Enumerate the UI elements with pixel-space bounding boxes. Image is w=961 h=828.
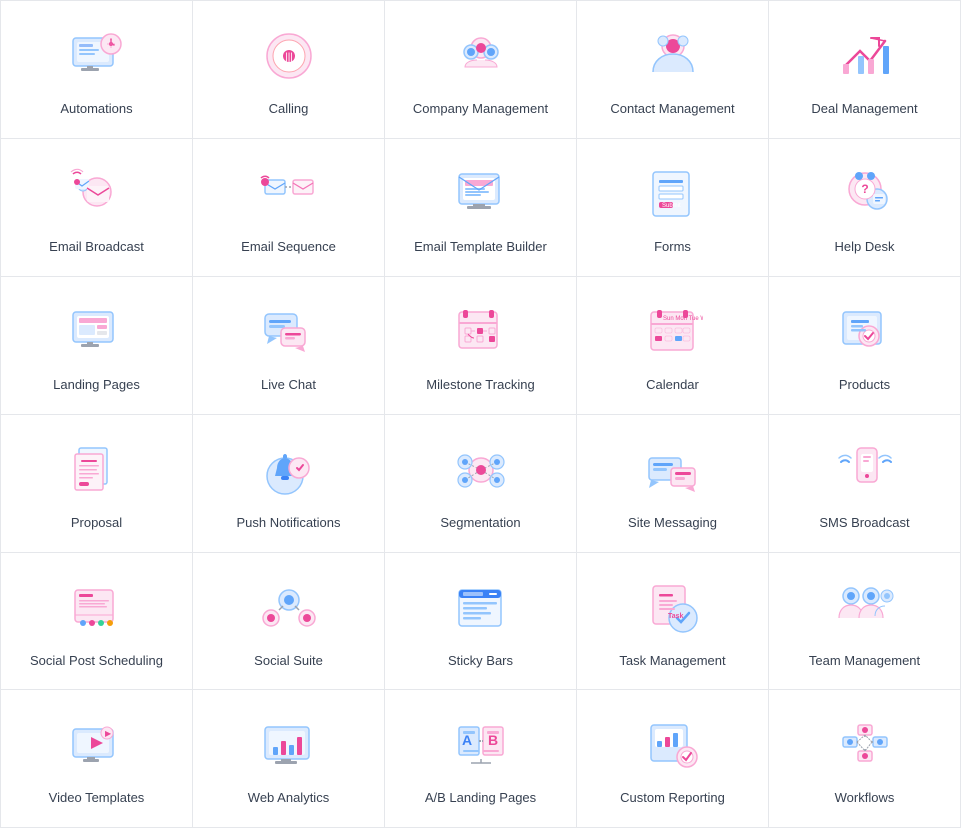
- grid-item-automations[interactable]: Automations: [1, 1, 193, 139]
- deal-management-icon: [830, 21, 900, 91]
- sticky-bars-label: Sticky Bars: [448, 653, 513, 670]
- svg-text:B: B: [487, 732, 497, 748]
- proposal-label: Proposal: [71, 515, 122, 532]
- grid-item-calendar[interactable]: Sun Mon Tue Wed Calendar: [577, 277, 769, 415]
- automations-label: Automations: [60, 101, 132, 118]
- team-management-label: Team Management: [809, 653, 920, 670]
- grid-item-landing-pages[interactable]: Landing Pages: [1, 277, 193, 415]
- forms-icon: Submit: [638, 159, 708, 229]
- svg-text:A: A: [461, 732, 471, 748]
- svg-text:▶: ▶: [105, 729, 112, 738]
- grid-item-deal-management[interactable]: Deal Management: [769, 1, 961, 139]
- grid-item-help-desk[interactable]: ? Help Desk: [769, 139, 961, 277]
- workflows-icon: [830, 710, 900, 780]
- contact-management-icon: [638, 21, 708, 91]
- web-analytics-icon: [254, 710, 324, 780]
- grid-item-workflows[interactable]: Workflows: [769, 690, 961, 828]
- grid-item-social-post-scheduling[interactable]: Social Post Scheduling: [1, 553, 193, 691]
- ab-landing-pages-label: A/B Landing Pages: [425, 790, 536, 807]
- products-icon: [830, 297, 900, 367]
- company-management-icon: [446, 21, 516, 91]
- grid-item-custom-reporting[interactable]: Custom Reporting: [577, 690, 769, 828]
- grid-item-web-analytics[interactable]: Web Analytics: [193, 690, 385, 828]
- grid-item-live-chat[interactable]: Live Chat: [193, 277, 385, 415]
- workflows-label: Workflows: [835, 790, 895, 807]
- grid-item-task-management[interactable]: Task Task Management: [577, 553, 769, 691]
- grid-item-ab-landing-pages[interactable]: A B A/B Landing Pages: [385, 690, 577, 828]
- sms-broadcast-label: SMS Broadcast: [819, 515, 909, 532]
- help-desk-icon: ?: [830, 159, 900, 229]
- calendar-icon: Sun Mon Tue Wed: [638, 297, 708, 367]
- custom-reporting-icon: [638, 710, 708, 780]
- calling-label: Calling: [269, 101, 309, 118]
- contact-management-label: Contact Management: [610, 101, 734, 118]
- grid-item-calling[interactable]: ≡ ||| Calling: [193, 1, 385, 139]
- grid-item-proposal[interactable]: Proposal: [1, 415, 193, 553]
- email-broadcast-label: Email Broadcast: [49, 239, 144, 256]
- svg-text:Sun Mon Tue Wed: Sun Mon Tue Wed: [663, 316, 703, 322]
- svg-text:?: ?: [861, 182, 868, 196]
- grid-item-email-sequence[interactable]: Email Sequence: [193, 139, 385, 277]
- email-sequence-icon: [254, 159, 324, 229]
- grid-item-social-suite[interactable]: Social Suite: [193, 553, 385, 691]
- help-desk-label: Help Desk: [835, 239, 895, 256]
- task-management-label: Task Management: [619, 653, 725, 670]
- custom-reporting-label: Custom Reporting: [620, 790, 725, 807]
- sticky-bars-icon: [446, 573, 516, 643]
- social-post-scheduling-label: Social Post Scheduling: [30, 653, 163, 670]
- svg-text:Submit: Submit: [662, 203, 681, 209]
- grid-item-email-broadcast[interactable]: Email Broadcast: [1, 139, 193, 277]
- forms-label: Forms: [654, 239, 691, 256]
- segmentation-label: Segmentation: [440, 515, 520, 532]
- svg-text:|||: |||: [285, 52, 293, 63]
- calling-icon: ≡ |||: [254, 21, 324, 91]
- grid-item-company-management[interactable]: Company Management: [385, 1, 577, 139]
- svg-text:Task: Task: [668, 613, 684, 620]
- site-messaging-label: Site Messaging: [628, 515, 717, 532]
- products-grid: Automations ≡ ||| Calling Company Manage…: [0, 0, 961, 828]
- grid-item-products[interactable]: Products: [769, 277, 961, 415]
- calendar-label: Calendar: [646, 377, 699, 394]
- social-suite-icon: [254, 573, 324, 643]
- milestone-tracking-icon: [446, 297, 516, 367]
- segmentation-icon: [446, 435, 516, 505]
- email-template-builder-label: Email Template Builder: [414, 239, 547, 256]
- company-management-label: Company Management: [413, 101, 548, 118]
- landing-pages-icon: [62, 297, 132, 367]
- grid-item-push-notifications[interactable]: Push Notifications: [193, 415, 385, 553]
- grid-item-team-management[interactable]: Team Management: [769, 553, 961, 691]
- automations-icon: [62, 21, 132, 91]
- grid-item-email-template-builder[interactable]: Email Template Builder: [385, 139, 577, 277]
- landing-pages-label: Landing Pages: [53, 377, 140, 394]
- site-messaging-icon: [638, 435, 708, 505]
- email-sequence-label: Email Sequence: [241, 239, 336, 256]
- video-templates-label: Video Templates: [49, 790, 145, 807]
- social-suite-label: Social Suite: [254, 653, 323, 670]
- live-chat-icon: [254, 297, 324, 367]
- task-management-icon: Task: [638, 573, 708, 643]
- push-notifications-label: Push Notifications: [236, 515, 340, 532]
- grid-item-segmentation[interactable]: Segmentation: [385, 415, 577, 553]
- push-notifications-icon: [254, 435, 324, 505]
- email-template-builder-icon: [446, 159, 516, 229]
- deal-management-label: Deal Management: [811, 101, 917, 118]
- grid-item-contact-management[interactable]: Contact Management: [577, 1, 769, 139]
- email-broadcast-icon: [62, 159, 132, 229]
- grid-item-site-messaging[interactable]: Site Messaging: [577, 415, 769, 553]
- milestone-tracking-label: Milestone Tracking: [426, 377, 534, 394]
- grid-item-forms[interactable]: Submit Forms: [577, 139, 769, 277]
- live-chat-label: Live Chat: [261, 377, 316, 394]
- products-label: Products: [839, 377, 890, 394]
- team-management-icon: [830, 573, 900, 643]
- social-post-scheduling-icon: [62, 573, 132, 643]
- grid-item-sticky-bars[interactable]: Sticky Bars: [385, 553, 577, 691]
- sms-broadcast-icon: [830, 435, 900, 505]
- proposal-icon: [62, 435, 132, 505]
- web-analytics-label: Web Analytics: [248, 790, 329, 807]
- video-templates-icon: ▶: [62, 710, 132, 780]
- grid-item-video-templates[interactable]: ▶ Video Templates: [1, 690, 193, 828]
- ab-landing-pages-icon: A B: [446, 710, 516, 780]
- grid-item-sms-broadcast[interactable]: SMS Broadcast: [769, 415, 961, 553]
- grid-item-milestone-tracking[interactable]: Milestone Tracking: [385, 277, 577, 415]
